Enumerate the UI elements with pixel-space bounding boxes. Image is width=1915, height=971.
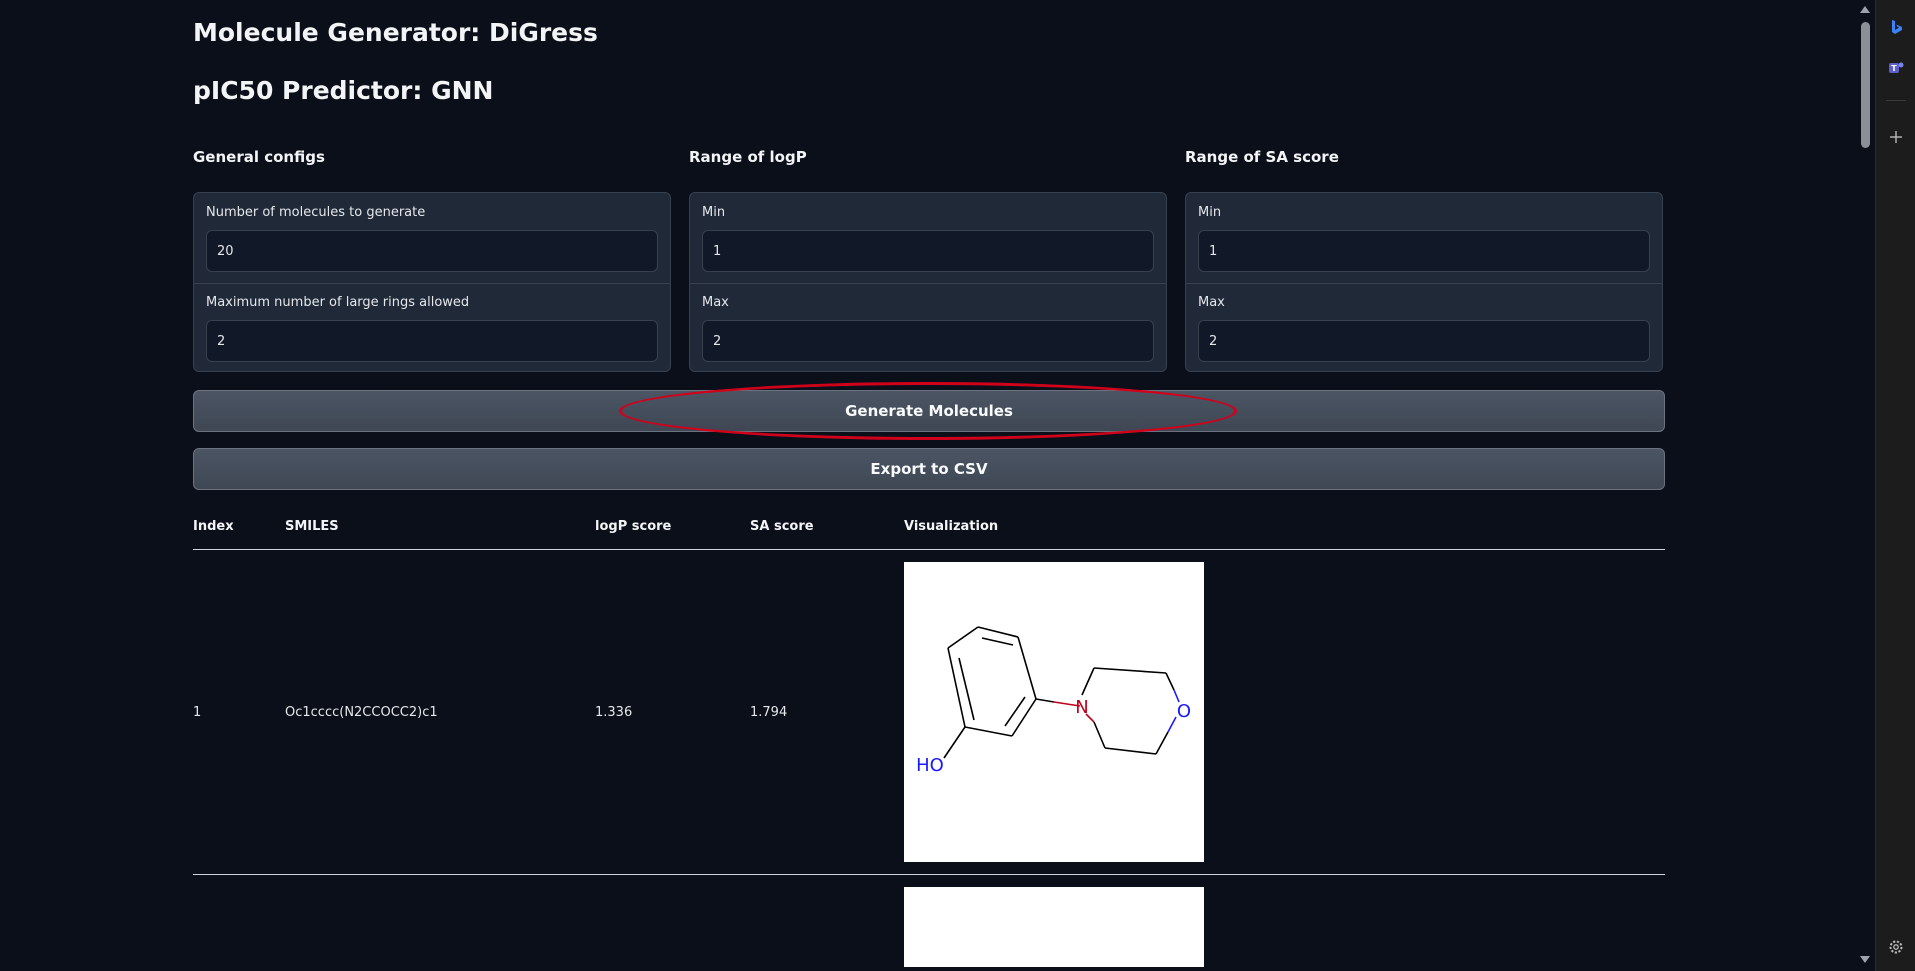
cell-index: 1	[193, 705, 202, 720]
sidebar-divider	[1886, 100, 1906, 101]
sa-min-input[interactable]	[1198, 230, 1650, 272]
logp-range-label: Range of logP	[689, 148, 807, 166]
logp-max-label: Max	[702, 295, 729, 310]
logp-min-label: Min	[702, 205, 726, 220]
sa-max-input[interactable]	[1198, 320, 1650, 362]
scroll-thumb[interactable]	[1861, 22, 1870, 148]
cell-smiles: Oc1cccc(N2CCOCC2)c1	[285, 705, 438, 720]
molecule-structure-drawing: N O HO	[916, 626, 1191, 776]
add-icon[interactable]	[1887, 128, 1905, 146]
settings-icon[interactable]	[1887, 938, 1905, 956]
num-molecules-field: Number of molecules to generate	[206, 205, 658, 272]
logp-min-input[interactable]	[702, 230, 1154, 272]
sa-max-label: Max	[1198, 295, 1225, 310]
logp-max-input[interactable]	[702, 320, 1154, 362]
page-title-generator: Molecule Generator: DiGress	[193, 18, 598, 47]
page-scrollbar[interactable]	[1856, 0, 1875, 971]
generate-molecules-button[interactable]: Generate Molecules	[193, 390, 1665, 432]
column-header-sa: SA score	[750, 519, 814, 534]
column-header-logp: logP score	[595, 519, 672, 534]
export-csv-button[interactable]: Export to CSV	[193, 448, 1665, 490]
num-molecules-label: Number of molecules to generate	[206, 205, 426, 220]
logp-range-panel: Min Max	[689, 192, 1167, 372]
sa-range-label: Range of SA score	[1185, 148, 1339, 166]
cell-sa: 1.794	[750, 705, 788, 720]
browser-sidebar: T	[1875, 0, 1915, 971]
max-rings-label: Maximum number of large rings allowed	[206, 295, 470, 310]
max-rings-input[interactable]	[206, 320, 658, 362]
sa-min-label: Min	[1198, 205, 1222, 220]
scroll-up-arrow[interactable]	[1860, 6, 1870, 13]
atom-label-ho: HO	[916, 755, 944, 776]
app-main: Molecule Generator: DiGress pIC50 Predic…	[0, 0, 1856, 971]
atom-label-o: O	[1177, 701, 1191, 722]
molecule-image	[904, 887, 1204, 967]
table-row	[193, 875, 1665, 971]
logp-max-field: Max	[702, 295, 1154, 362]
page-title-predictor: pIC50 Predictor: GNN	[193, 76, 494, 105]
num-molecules-input[interactable]	[206, 230, 658, 272]
panel-divider	[194, 283, 670, 284]
table-header: Index SMILES logP score SA score Visuali…	[193, 506, 1665, 550]
column-header-smiles: SMILES	[285, 519, 339, 534]
sa-range-panel: Min Max	[1185, 192, 1663, 372]
teams-icon[interactable]: T	[1887, 59, 1905, 77]
svg-text:T: T	[1891, 64, 1897, 73]
atom-label-n: N	[1075, 697, 1088, 718]
general-configs-panel: Number of molecules to generate Maximum …	[193, 192, 671, 372]
table-row: 1 Oc1cccc(N2CCOCC2)c1 1.336 1.794 N O HO	[193, 550, 1665, 875]
panel-divider	[690, 283, 1166, 284]
panel-divider	[1186, 283, 1662, 284]
general-configs-label: General configs	[193, 148, 325, 166]
results-table: Index SMILES logP score SA score Visuali…	[193, 506, 1665, 971]
max-rings-field: Maximum number of large rings allowed	[206, 295, 658, 362]
column-header-index: Index	[193, 519, 234, 534]
sa-min-field: Min	[1198, 205, 1650, 272]
column-header-visualization: Visualization	[904, 519, 999, 534]
bing-icon[interactable]	[1887, 18, 1905, 36]
molecule-image: N O HO	[904, 562, 1204, 862]
cell-logp: 1.336	[595, 705, 633, 720]
sa-max-field: Max	[1198, 295, 1650, 362]
scroll-down-arrow[interactable]	[1860, 956, 1870, 963]
logp-min-field: Min	[702, 205, 1154, 272]
